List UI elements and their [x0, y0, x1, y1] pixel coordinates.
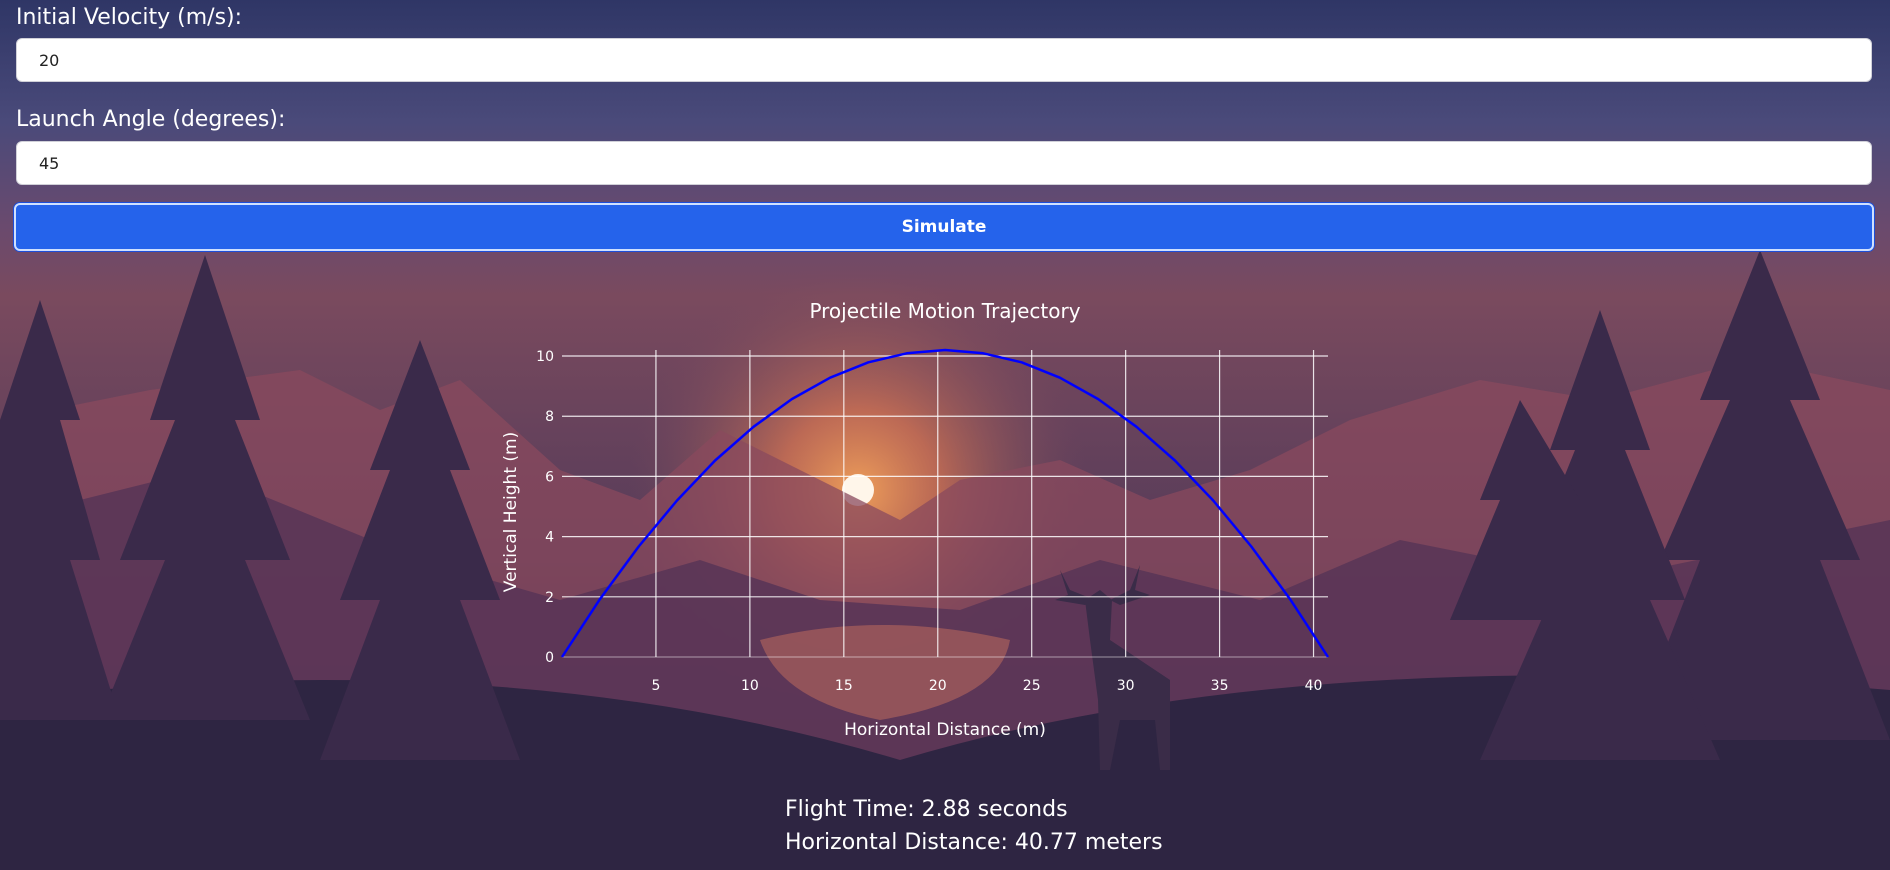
x-tick-label: 20 [929, 678, 947, 694]
flight-time-result: Flight Time: 2.88 seconds [785, 797, 1068, 822]
chart-y-axis-label: Vertical Height (m) [501, 432, 521, 592]
trajectory-chart: Projectile Motion Trajectory 5 10 15 20 25 30… [501, 299, 1330, 740]
y-tick-label: 4 [545, 530, 554, 546]
horizontal-distance-result: Horizontal Distance: 40.77 meters [785, 830, 1163, 855]
chart-grid [562, 350, 1328, 658]
trajectory-line [560, 348, 1330, 658]
x-tick-label: 35 [1211, 678, 1229, 694]
y-tick-label: 2 [545, 590, 554, 606]
y-tick-label: 10 [536, 349, 554, 365]
x-tick-label: 25 [1023, 678, 1041, 694]
y-tick-label: 6 [545, 469, 554, 485]
x-tick-label: 10 [741, 678, 759, 694]
chart-x-axis-label: Horizontal Distance (m) [844, 720, 1046, 740]
x-tick-label: 5 [651, 678, 660, 694]
x-tick-label: 40 [1305, 678, 1323, 694]
chart-lines [560, 348, 1330, 658]
x-tick-label: 15 [835, 678, 853, 694]
y-tick-label: 0 [545, 650, 554, 666]
x-tick-label: 30 [1117, 678, 1135, 694]
chart-title: Projectile Motion Trajectory [809, 299, 1080, 323]
y-tick-label: 8 [545, 409, 554, 425]
chart-ticks: 5 10 15 20 25 30 35 40 0 2 4 6 8 10 [536, 349, 1322, 694]
